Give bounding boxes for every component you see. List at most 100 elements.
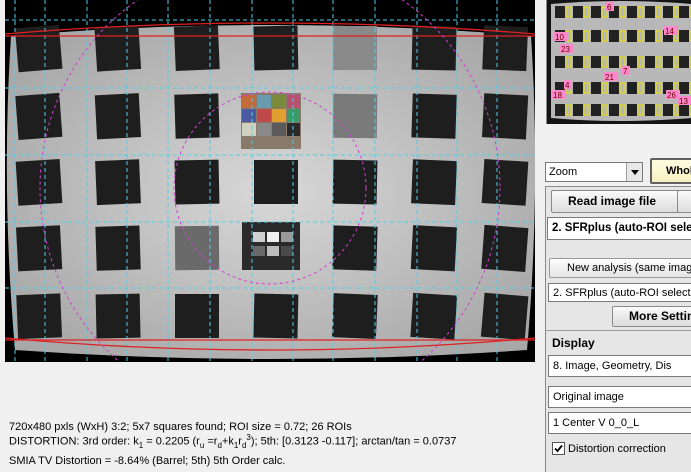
chart-square	[253, 293, 299, 339]
test-chart-image	[5, 0, 535, 362]
chart-square	[174, 93, 220, 139]
thumb-square	[663, 104, 673, 116]
thumb-square	[663, 6, 673, 18]
info-line-smia: SMIA TV Distortion = -8.64% (Barrel; 5th…	[9, 455, 286, 467]
chart-square	[94, 93, 142, 140]
chart-square	[411, 159, 457, 206]
chart-square	[174, 159, 220, 205]
thumb-square	[627, 82, 637, 94]
roi-label: 13	[679, 97, 688, 106]
thumb-square	[555, 56, 565, 68]
thumb-square	[679, 56, 689, 68]
thumb-square	[645, 6, 655, 18]
info-line-distortion: DISTORTION: 3rd order: k1 = 0.2205 (ru =…	[9, 433, 456, 450]
roi-label: 23	[561, 45, 570, 54]
thumb-square	[591, 30, 601, 42]
thumb-square	[573, 82, 583, 94]
chart-square	[16, 293, 63, 340]
new-analysis-button[interactable]: New analysis (same imag	[549, 258, 691, 278]
analysis-select-value: 2. SFRplus (auto-ROI sele	[552, 222, 691, 234]
thumb-square	[645, 56, 655, 68]
center-select-value: 1 Center V 0_0_L	[553, 417, 640, 429]
chart-square	[253, 25, 299, 71]
distortion-prefix: DISTORTION: 3rd order: k	[9, 435, 139, 448]
thumb-square	[573, 56, 583, 68]
k-value: = 0.2205 (r	[143, 435, 200, 448]
chart-square	[95, 159, 141, 206]
more-settings-button[interactable]: More Settin	[612, 306, 691, 327]
chart-square	[15, 92, 63, 140]
center-select[interactable]: 1 Center V 0_0_L	[548, 412, 691, 434]
whole-button[interactable]: Whol	[650, 158, 691, 184]
chart-square	[481, 93, 529, 140]
chart-square	[15, 159, 63, 206]
image-select[interactable]: Original image	[548, 386, 691, 408]
thumb-square	[645, 82, 655, 94]
thumb-square	[573, 30, 583, 42]
analysis-select-secondary[interactable]: 2. SFRplus (auto-ROI select)	[548, 283, 691, 302]
thumb-square	[679, 82, 689, 94]
chart-square	[175, 294, 219, 338]
chart-square	[174, 225, 220, 271]
chart-square	[411, 93, 457, 139]
roi-label: 18	[553, 91, 562, 100]
thumb-square	[645, 104, 655, 116]
thumb-square	[609, 82, 619, 94]
chart-square	[15, 225, 63, 272]
main-image-view[interactable]	[5, 0, 535, 362]
chevron-down-icon[interactable]	[626, 163, 642, 181]
thumb-square	[591, 56, 601, 68]
chart-square	[481, 159, 529, 206]
display-select[interactable]: 8. Image, Geometry, Dis	[548, 355, 691, 377]
panel-divider	[545, 330, 691, 331]
roi-label: 4	[565, 81, 570, 90]
zoom-select-value: Zoom	[549, 166, 578, 178]
extra-button[interactable]	[677, 190, 691, 213]
thumb-square	[627, 104, 637, 116]
thumb-square	[591, 82, 601, 94]
chart-square	[332, 93, 378, 139]
chart-square	[173, 25, 220, 71]
zoom-select[interactable]: Zoom	[545, 162, 643, 182]
chart-square	[332, 225, 378, 271]
thumb-square	[591, 6, 601, 18]
chart-square	[410, 225, 458, 272]
chart-square	[480, 292, 529, 341]
thumb-square	[609, 30, 619, 42]
roi-label: 10	[555, 33, 564, 42]
distortion-checkbox[interactable]	[552, 442, 565, 455]
gray-patch	[242, 222, 300, 270]
thumb-square	[627, 6, 637, 18]
roi-label: 6	[607, 3, 612, 12]
thumb-square	[679, 30, 689, 42]
checkmark-icon	[554, 444, 563, 453]
display-header: Display	[552, 336, 595, 350]
chart-square	[411, 25, 457, 71]
roi-label: 26	[667, 91, 676, 100]
image-select-value: Original image	[553, 391, 624, 403]
analysis-select-secondary-value: 2. SFRplus (auto-ROI select)	[553, 287, 691, 299]
display-select-value: 8. Image, Geometry, Dis	[553, 360, 672, 372]
roi-label: 14	[665, 27, 674, 36]
thumb-square	[663, 56, 673, 68]
thumb-square	[555, 6, 565, 18]
color-patch	[241, 93, 301, 149]
thumb-square	[591, 104, 601, 116]
chart-square	[333, 26, 377, 70]
chart-square	[95, 293, 141, 339]
roi-label: 21	[605, 73, 614, 82]
thumb-square	[573, 104, 583, 116]
analysis-select[interactable]: 2. SFRplus (auto-ROI sele	[547, 217, 691, 240]
thumbnail-view[interactable]: 6 10 14 23 7 21 4 18 26 13	[546, 0, 691, 124]
distortion-suffix: ); 5th: [0.3123 -0.117]; arctan/tan = 0.…	[250, 435, 457, 448]
chart-square	[332, 159, 378, 205]
rd2-subscript: d	[241, 440, 247, 450]
thumbnail-image: 6 10 14 23 7 21 418 2613	[547, 0, 691, 124]
thumb-square	[645, 30, 655, 42]
thumb-square	[555, 104, 565, 116]
info-line-summary: 720x480 pxls (WxH) 3:2; 5x7 squares foun…	[9, 421, 352, 433]
chart-square	[331, 293, 378, 339]
read-image-button[interactable]: Read image file	[551, 190, 691, 213]
chart-square	[95, 225, 141, 271]
thumb-square	[609, 104, 619, 116]
